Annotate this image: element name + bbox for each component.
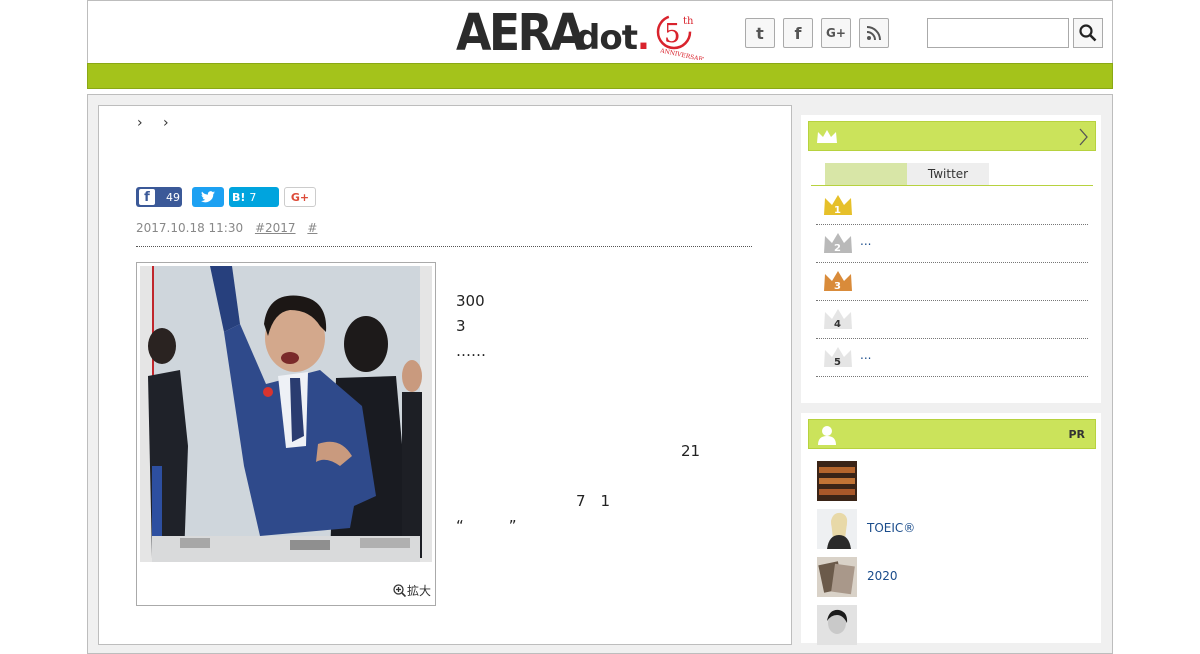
twitter-icon[interactable]: t [745,18,775,48]
rank-number: 5 [834,357,841,368]
article-paragraph: 7 1 “ ” [456,492,955,535]
rss-icon[interactable] [859,18,889,48]
pr-item[interactable] [817,605,1087,645]
article-photo[interactable]: 拡大 [136,262,436,606]
logo-dot-word: dot [576,18,638,58]
rank-4-crown-icon: 4 [824,309,852,330]
pr-item[interactable]: 2020 [817,557,1087,597]
tab-twitter-ranking[interactable]: Twitter [907,163,989,185]
zoom-label: 拡大 [406,584,431,598]
facebook-glyph: f [794,23,802,43]
zoom-in-icon [393,584,406,597]
article-tag-2[interactable]: # [307,221,317,235]
article-panel: › › f 49 B! 7 G+ 2017.10.18 11:30 #2017 … [98,105,955,645]
breadcrumb[interactable]: › › [137,115,177,131]
article-body: 300 3 …… 21 7 1 “ ” [456,264,955,614]
badge-anniversary: ANNIVERSARY [659,47,704,60]
badge-number: 5 [664,19,681,49]
article-meta: 2017.10.18 11:30 #2017 # [136,221,317,235]
logo-aera-text: AERA [456,4,586,63]
woman-thumbnail-image [817,509,857,549]
pr-widget: PR TOEIC® 2020 [801,413,1101,645]
twitter-share-button[interactable] [192,187,224,207]
rss-glyph [866,26,881,41]
ranking-item[interactable]: 3 [816,263,1088,301]
search-input[interactable] [927,18,1069,48]
pr-header: PR [808,419,1096,449]
article-paragraph [456,564,756,589]
article-date: 2017.10.18 11:30 [136,221,244,235]
facebook-icon: f [139,189,155,205]
portrait-thumbnail-image [817,605,857,645]
pr-item-title[interactable]: 2020 [867,569,898,583]
ranking-item[interactable]: 2 ... [816,225,1088,263]
pr-label: PR [1068,428,1085,441]
rank-number: 4 [834,319,841,330]
magazine-thumbnail-image [817,557,857,597]
hatena-icon: B! [232,190,246,204]
pr-thumbnail [817,605,857,645]
twitter-bird-icon [201,191,215,203]
page: AERA dot. 5 th ANNIVERSARY t f G+ › › f … [87,0,1113,654]
facebook-icon[interactable]: f [783,18,813,48]
google-plus-icon[interactable]: G+ [821,18,851,48]
meta-divider [136,246,752,247]
pr-thumbnail [817,557,857,597]
gplus-glyph: G+ [826,26,846,40]
ranking-item-title[interactable]: ... [860,234,871,248]
search-button[interactable] [1073,18,1103,48]
rank-number: 3 [834,281,841,292]
pr-item[interactable] [817,461,1087,501]
badge-suffix: th [683,16,694,27]
search-icon [1079,24,1097,42]
food-thumbnail-image [817,461,857,501]
tabs-divider [811,185,1093,186]
article-paragraph: 21 [681,442,701,460]
ranking-item-title[interactable]: ... [860,348,871,362]
navigation-bar [87,63,1113,89]
ranking-item[interactable]: 4 [816,301,1088,339]
chevron-right-icon [1079,128,1088,146]
rank-1-crown-icon: 1 [824,195,852,216]
facebook-share-button[interactable]: f 49 [136,187,182,207]
facebook-share-count: 49 [166,190,180,204]
rank-number: 2 [834,243,841,254]
site-header: AERA dot. 5 th ANNIVERSARY t f G+ [87,0,1113,63]
rank-3-crown-icon: 3 [824,271,852,292]
article-paragraph [456,389,756,414]
ranking-widget: Twitter 1 2 ... 3 4 5 ... [801,115,1101,403]
ranking-item[interactable]: 1 [816,187,1088,225]
ranking-header[interactable] [808,121,1096,151]
pr-thumbnail [817,461,857,501]
article-tag-1[interactable]: #2017 [255,221,296,235]
tab-access-ranking[interactable] [825,163,907,185]
rank-5-crown-icon: 5 [824,347,852,368]
twitter-glyph: t [756,23,764,43]
pr-thumbnail [817,509,857,549]
ranking-tabs: Twitter [825,163,989,185]
google-plus-share-button[interactable]: G+ [284,187,316,207]
pr-item[interactable]: TOEIC® [817,509,1087,549]
photo-illustration [148,266,422,562]
rank-number: 1 [834,205,841,216]
logo-dot-text: dot. [576,18,650,58]
rank-2-crown-icon: 2 [824,233,852,254]
hatena-count: 7 [249,190,257,204]
article-paragraph: 300 3 …… [456,292,886,360]
anniversary-badge: 5 th ANNIVERSARY [656,14,704,60]
crown-icon [817,130,837,143]
pr-item-title[interactable]: TOEIC® [867,521,915,535]
person-icon [818,426,836,445]
hatena-bookmark-button[interactable]: B! 7 [229,187,279,207]
google-plus-icon: G+ [290,190,310,204]
zoom-button[interactable]: 拡大 [393,582,431,599]
ranking-item[interactable]: 5 ... [816,339,1088,377]
article-photo-image [140,266,432,562]
